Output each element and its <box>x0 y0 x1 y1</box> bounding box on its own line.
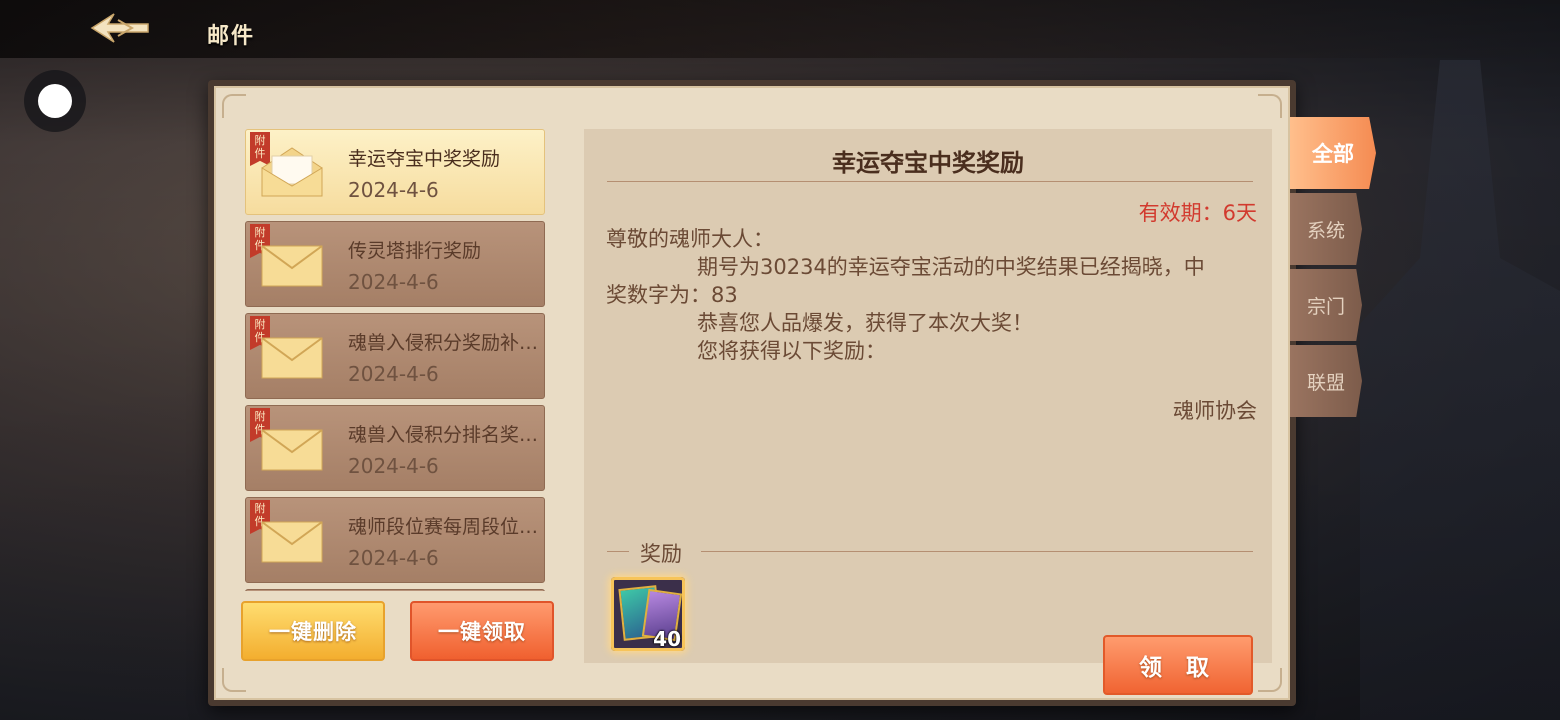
mail-detail: 幸运夺宝中奖奖励 有效期：6天 尊敬的魂师大人： 期号为30234的幸运夺宝活动… <box>584 129 1272 695</box>
tab-all[interactable]: 全部 <box>1290 117 1376 189</box>
mail-date: 2024-4-6 <box>348 546 439 570</box>
mail-date: 2024-4-6 <box>348 178 439 202</box>
mail-item[interactable]: 附件 幸运夺宝中奖奖励 2024-4-6 <box>245 129 545 215</box>
body-line: 奖数字为：83 <box>606 283 738 307</box>
envelope-icon <box>261 521 323 563</box>
reward-divider-left <box>607 551 629 552</box>
tab-system[interactable]: 系统 <box>1290 193 1362 265</box>
open-envelope-icon <box>261 147 323 197</box>
tab-alliance[interactable]: 联盟 <box>1290 345 1362 417</box>
mail-body: 尊敬的魂师大人： 期号为30234的幸运夺宝活动的中奖结果已经揭晓，中 奖数字为… <box>606 225 1256 365</box>
corner-ornament <box>1258 94 1282 118</box>
corner-ornament <box>1258 668 1282 692</box>
reward-divider-right <box>701 551 1253 552</box>
mail-item[interactable]: 附件 魂兽入侵积分排名奖… 2024-4-6 <box>245 405 545 491</box>
back-button[interactable] <box>88 10 152 46</box>
tab-sect[interactable]: 宗门 <box>1290 269 1362 341</box>
mail-date: 2024-4-6 <box>348 270 439 294</box>
mail-list[interactable]: 附件 幸运夺宝中奖奖励 2024-4-6 附件 传灵塔排行奖励 2024-4-6 <box>245 129 545 591</box>
greeting: 尊敬的魂师大人： <box>606 227 774 251</box>
mail-item[interactable]: 附件 魂兽入侵积分奖励补… 2024-4-6 <box>245 313 545 399</box>
mail-subject: 魂兽入侵积分排名奖… <box>348 424 539 446</box>
body-line: 您将获得以下奖励： <box>697 339 886 363</box>
mail-category-tabs: 全部 系统 宗门 联盟 <box>1290 117 1376 421</box>
delete-all-button[interactable]: 一键删除 <box>241 601 385 661</box>
body-line: 恭喜您人品爆发，获得了本次大奖！ <box>697 311 1033 335</box>
mail-date: 2024-4-6 <box>348 454 439 478</box>
panel-inner: 附件 幸运夺宝中奖奖励 2024-4-6 附件 传灵塔排行奖励 2024-4-6 <box>214 86 1290 700</box>
reward-item[interactable]: 40 <box>611 577 685 651</box>
corner-ornament <box>222 94 246 118</box>
page-title: 邮件 <box>207 24 256 49</box>
dot-icon <box>38 84 72 118</box>
mail-date: 2024-4-6 <box>348 362 439 386</box>
back-arrow-icon <box>90 13 149 43</box>
reward-quantity: 40 <box>653 627 681 651</box>
detail-title: 幸运夺宝中奖奖励 <box>832 149 1024 177</box>
envelope-icon <box>261 245 323 287</box>
floating-assistive-button[interactable] <box>24 70 86 132</box>
mail-subject: 传灵塔排行奖励 <box>348 240 482 262</box>
mail-item-partial[interactable] <box>245 589 545 591</box>
envelope-icon <box>261 337 323 379</box>
claim-all-button[interactable]: 一键领取 <box>410 601 554 661</box>
mail-item[interactable]: 附件 传灵塔排行奖励 2024-4-6 <box>245 221 545 307</box>
title-divider <box>607 181 1253 182</box>
mail-panel: 附件 幸运夺宝中奖奖励 2024-4-6 附件 传灵塔排行奖励 2024-4-6 <box>208 80 1296 706</box>
expiry-text: 有效期：6天 <box>1138 201 1257 225</box>
corner-ornament <box>222 668 246 692</box>
mail-item[interactable]: 附件 魂师段位赛每周段位… 2024-4-6 <box>245 497 545 583</box>
mail-subject: 魂兽入侵积分奖励补… <box>348 332 539 354</box>
sender: 魂师协会 <box>1173 399 1257 423</box>
mail-subject: 魂师段位赛每周段位… <box>348 516 539 538</box>
top-bar: 邮件 <box>0 0 1560 58</box>
envelope-icon <box>261 429 323 471</box>
claim-button[interactable]: 领 取 <box>1103 635 1253 695</box>
mail-subject: 幸运夺宝中奖奖励 <box>348 148 501 170</box>
body-line: 期号为30234的幸运夺宝活动的中奖结果已经揭晓，中 <box>697 255 1205 279</box>
reward-label: 奖励 <box>640 542 682 566</box>
